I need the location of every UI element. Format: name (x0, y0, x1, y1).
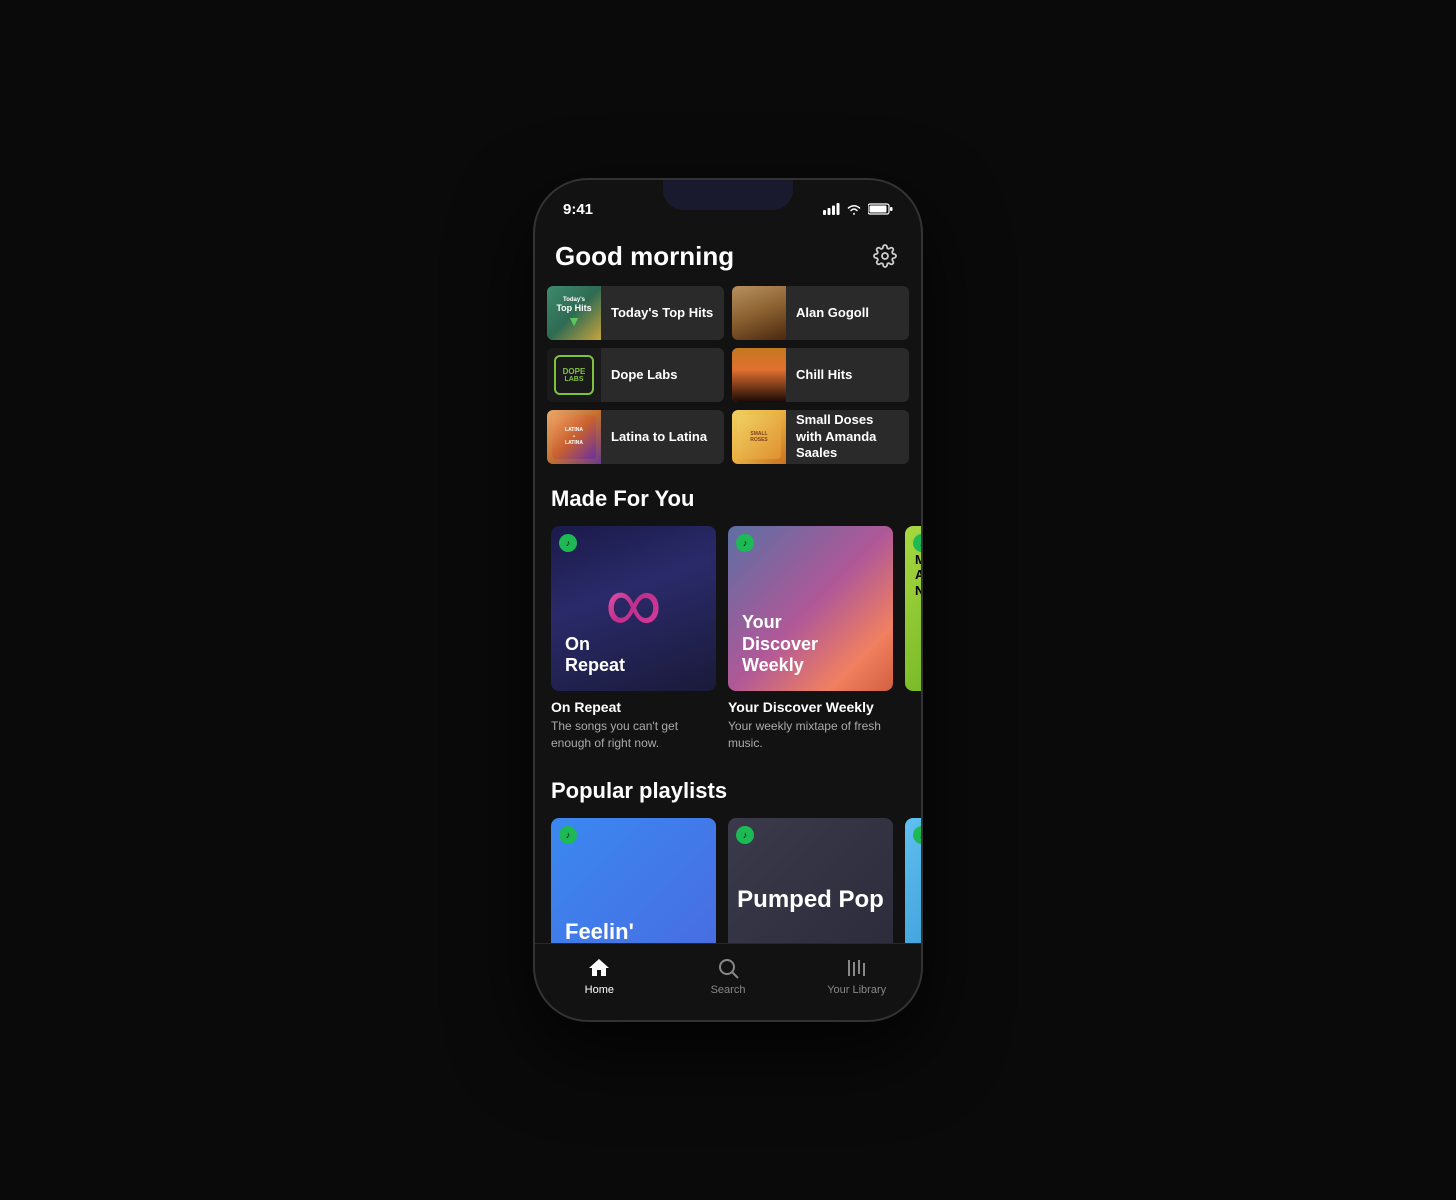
discover-art-label: YourDiscoverWeekly (742, 612, 818, 677)
card-art-feelin-good: ♪ Feelin'Good (551, 818, 716, 943)
thumb-todays-top-hits: Today's Top Hits ▼ (547, 286, 601, 340)
phone-screen: 9:41 (535, 180, 921, 1020)
card-feelin-good[interactable]: ♪ Feelin'Good Feelin' Good (551, 818, 716, 943)
made-for-you-cards[interactable]: ♪ ∞ OnRepeat On Repeat The songs you can… (535, 526, 921, 756)
quick-item-alan-gogoll[interactable]: Alan Gogoll (732, 286, 909, 340)
thumb-dope-labs: DOPE LABS (547, 348, 601, 402)
settings-icon (873, 244, 897, 268)
notch (663, 180, 793, 210)
spotify-logo-on-repeat: ♪ (559, 534, 577, 552)
quick-item-todays-top-hits[interactable]: Today's Top Hits ▼ Today's Top Hits (547, 286, 724, 340)
feelin-good-art-label: Feelin'Good (565, 920, 634, 943)
on-repeat-art-label: OnRepeat (565, 634, 625, 677)
nav-item-home[interactable]: Home (535, 952, 664, 1000)
thumb-chill-hits (732, 348, 786, 402)
card-art-on-repeat: ♪ ∞ OnRepeat (551, 526, 716, 691)
card-desc-on-repeat: The songs you can't get enough of right … (551, 718, 716, 752)
card-art-third-popular: ♪ (905, 818, 921, 943)
quick-label-dope-labs: Dope Labs (601, 367, 687, 384)
pumped-pop-art-label: Pumped Pop (737, 887, 884, 913)
quick-item-dope-labs[interactable]: DOPE LABS Dope Labs (547, 348, 724, 402)
card-art-daily-mix: ♪ DMUANNE (905, 526, 921, 691)
spotify-logo-feelin: ♪ (559, 826, 577, 844)
quick-label-alan-gogoll: Alan Gogoll (786, 305, 879, 322)
settings-button[interactable] (869, 240, 901, 272)
quick-label-small-doses: Small Doses with Amanda Saales (786, 412, 909, 463)
card-pumped-pop[interactable]: ♪ Pumped Pop Pumped Pop (728, 818, 893, 943)
quick-label-todays-top-hits: Today's Top Hits (601, 305, 723, 322)
card-title-on-repeat: On Repeat (551, 699, 716, 715)
home-icon (587, 956, 611, 980)
quick-label-chill-hits: Chill Hits (786, 367, 862, 384)
nav-label-home: Home (585, 984, 614, 996)
wifi-icon (846, 203, 862, 215)
spotify-logo-discover: ♪ (736, 534, 754, 552)
thumb-alan-gogoll (732, 286, 786, 340)
nav-label-library: Your Library (827, 984, 886, 996)
thumb-latina: LATINA•LATINA (547, 410, 601, 464)
signal-icon (823, 203, 840, 215)
popular-playlists-header: Popular playlists (535, 756, 921, 818)
status-icons (823, 203, 893, 215)
quick-item-latina[interactable]: LATINA•LATINA Latina to Latina (547, 410, 724, 464)
quick-access-grid: Today's Top Hits ▼ Today's Top Hits Alan (535, 286, 921, 464)
spotify-logo-third: ♪ (913, 826, 921, 844)
header: Good morning (535, 224, 921, 286)
page-title: Good morning (555, 241, 734, 272)
nav-item-library[interactable]: Your Library (792, 952, 921, 1000)
card-art-discover-weekly: ♪ YourDiscoverWeekly (728, 526, 893, 691)
nav-label-search: Search (711, 984, 746, 996)
quick-item-small-doses[interactable]: SMALLROSES Small Doses with Amanda Saale… (732, 410, 909, 464)
popular-playlists-cards[interactable]: ♪ Feelin'Good Feelin' Good ♪ (535, 818, 921, 943)
card-daily-mix[interactable]: ♪ DMUANNE (905, 526, 921, 752)
thumb-small-doses: SMALLROSES (732, 410, 786, 464)
card-title-discover-weekly: Your Discover Weekly (728, 699, 893, 715)
card-on-repeat[interactable]: ♪ ∞ OnRepeat On Repeat The songs you can… (551, 526, 716, 752)
made-for-you-header: Made For You (535, 464, 921, 526)
spotify-logo-pumped: ♪ (736, 826, 754, 844)
quick-item-chill-hits[interactable]: Chill Hits (732, 348, 909, 402)
card-discover-weekly[interactable]: ♪ YourDiscoverWeekly Your Discover Weekl… (728, 526, 893, 752)
nav-item-search[interactable]: Search (664, 952, 793, 1000)
battery-icon (868, 203, 893, 215)
search-icon (716, 956, 740, 980)
quick-label-latina: Latina to Latina (601, 429, 717, 446)
phone-shell: 9:41 (533, 178, 923, 1022)
status-time: 9:41 (563, 201, 593, 218)
content-scroll[interactable]: Good morning Today's (535, 224, 921, 943)
card-art-pumped-pop: ♪ Pumped Pop (728, 818, 893, 943)
card-third-popular[interactable]: ♪ (905, 818, 921, 943)
bottom-nav: Home Search Your Library (535, 943, 921, 1020)
library-icon (845, 956, 869, 980)
card-desc-discover-weekly: Your weekly mixtape of fresh music. (728, 718, 893, 752)
